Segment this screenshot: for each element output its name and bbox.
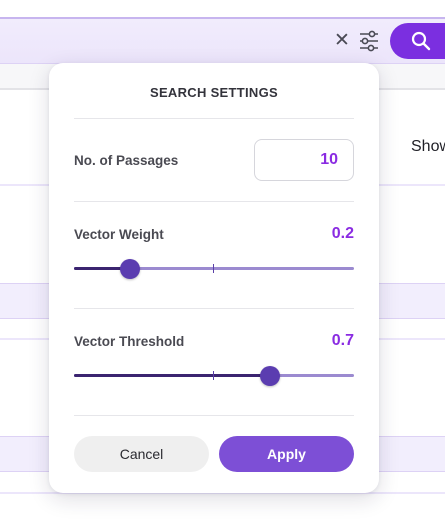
divider xyxy=(74,308,354,309)
slider-thumb[interactable] xyxy=(120,259,140,279)
slider-midpoint-tick xyxy=(213,264,214,273)
passages-label: No. of Passages xyxy=(74,153,179,168)
page: ✕ Show SEARCH SETTINGS No. of Passages V… xyxy=(0,0,445,525)
search-settings-popover: SEARCH SETTINGS No. of Passages Vector W… xyxy=(49,63,379,493)
divider xyxy=(74,415,354,416)
slider-midpoint-tick xyxy=(213,371,214,380)
show-label: Show xyxy=(411,138,445,155)
vector-threshold-value: 0.7 xyxy=(331,332,354,349)
cancel-button[interactable]: Cancel xyxy=(74,436,209,472)
slider-fill xyxy=(74,374,270,377)
top-strip xyxy=(0,0,445,18)
magnifier-icon xyxy=(411,31,431,51)
slider-thumb[interactable] xyxy=(260,366,280,386)
vector-weight-label: Vector Weight xyxy=(74,227,164,242)
sliders-icon-graphic xyxy=(360,30,378,52)
vector-weight-value: 0.2 xyxy=(331,225,354,242)
popover-title: SEARCH SETTINGS xyxy=(149,85,278,100)
vector-weight-slider[interactable] xyxy=(74,258,354,280)
divider xyxy=(74,118,354,119)
sliders-icon[interactable] xyxy=(358,30,380,52)
apply-button[interactable]: Apply xyxy=(219,436,354,472)
passages-input[interactable] xyxy=(254,139,354,181)
vector-threshold-slider[interactable] xyxy=(74,365,354,387)
search-button[interactable] xyxy=(390,23,445,59)
divider xyxy=(74,201,354,202)
vector-threshold-label: Vector Threshold xyxy=(74,334,185,349)
close-icon[interactable]: ✕ xyxy=(333,30,351,50)
